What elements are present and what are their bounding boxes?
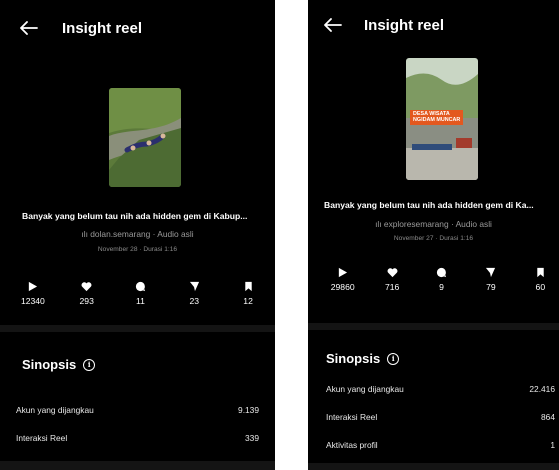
send-icon [189, 281, 199, 292]
bookmark-icon [244, 281, 252, 292]
insight-reel-screen-left: Insight reel Banyak yang belum tau nih a… [0, 0, 275, 470]
section-divider [0, 461, 275, 470]
reel-date-duration: November 28 · Durasi 1:16 [97, 246, 178, 253]
info-icon[interactable]: i [387, 352, 400, 365]
plays-count: 29860 [330, 282, 355, 292]
row-label: Interaksi Reel [326, 412, 378, 422]
stat-shares: 79 [466, 267, 515, 292]
section-title-text: Sinopsis [22, 357, 77, 372]
overlay-line2: NGIDAM MUNCAR [413, 117, 461, 124]
section-divider [308, 323, 559, 330]
reel-date-duration: November 27 · Durasi 1:16 [393, 235, 474, 242]
saves-count: 60 [535, 282, 546, 292]
section-title: Sinopsis i [326, 351, 400, 366]
account-audio-text: dolan.semarang · Audio asli [90, 229, 194, 239]
comment-icon [135, 281, 146, 292]
row-label: Interaksi Reel [16, 433, 68, 443]
row-label: Akun yang dijangkau [16, 405, 94, 415]
reel-thumbnail-image [109, 88, 181, 187]
plays-count: 12340 [20, 296, 45, 306]
row-label: Aktivitas profil [326, 440, 378, 450]
thumbnail-overlay-text: DESA WISATA NGIDAM MUNCAR [410, 110, 464, 125]
row-value: 339 [245, 433, 259, 443]
row-value: 22.416 [529, 384, 555, 394]
reel-thumbnail[interactable]: DESA WISATA NGIDAM MUNCAR [406, 58, 478, 180]
back-button[interactable] [18, 17, 40, 39]
section-divider [0, 325, 275, 332]
account-audio-text: exploresemarang · Audio asli [383, 219, 492, 229]
bookmark-icon [537, 267, 544, 278]
stat-saves: 12 [221, 281, 275, 306]
audio-wave-icon: ılı [375, 219, 384, 229]
likes-count: 716 [384, 282, 400, 292]
comments-count: 11 [136, 296, 145, 306]
header: Insight reel [0, 0, 275, 56]
page-title: Insight reel [62, 19, 143, 37]
row-value: 1 [550, 440, 555, 450]
audio-wave-icon: ılı [81, 229, 91, 239]
reel-stats: 12340 293 11 23 12 [6, 281, 275, 306]
stat-comments: 9 [417, 267, 466, 292]
shares-count: 79 [486, 282, 496, 292]
insight-reel-screen-right: Insight reel DESA WISATA NGIDAM MUNCAR B… [308, 0, 559, 470]
stat-shares: 23 [167, 281, 221, 306]
reel-thumbnail[interactable] [109, 88, 181, 187]
stat-plays: 29860 [318, 267, 367, 292]
likes-count: 293 [79, 296, 94, 306]
reel-caption: Banyak yang belum tau nih ada hidden gem… [324, 200, 534, 210]
stat-likes: 293 [60, 281, 114, 306]
heart-icon [387, 268, 398, 278]
header: Insight reel [308, 0, 559, 50]
comments-count: 9 [439, 282, 444, 292]
row-value: 864 [541, 412, 555, 422]
shares-count: 23 [189, 296, 200, 306]
stat-plays: 12340 [6, 281, 60, 306]
reel-account-audio[interactable]: ılı dolan.semarang · Audio asli [0, 229, 275, 239]
reel-account-audio[interactable]: ılı exploresemarang · Audio asli [308, 219, 559, 229]
page-title: Insight reel [364, 16, 445, 34]
stat-saves: 60 [516, 267, 559, 292]
back-button[interactable] [322, 14, 344, 36]
info-icon[interactable]: i [83, 358, 96, 371]
stat-likes: 716 [367, 267, 416, 292]
arrow-left-icon [324, 18, 342, 32]
heart-icon [81, 282, 92, 292]
saves-count: 12 [243, 296, 253, 306]
row-label: Akun yang dijangkau [326, 384, 404, 394]
stat-comments: 11 [114, 281, 168, 306]
play-icon [29, 281, 38, 292]
comment-icon [436, 267, 447, 278]
section-divider [308, 463, 559, 470]
reel-stats: 29860 716 9 79 60 [318, 267, 559, 292]
section-title-text: Sinopsis [326, 351, 381, 366]
play-icon [339, 267, 348, 278]
reel-caption: Banyak yang belum tau nih ada hidden gem… [22, 211, 248, 221]
section-title: Sinopsis i [22, 357, 96, 372]
row-value: 9.139 [238, 405, 259, 415]
send-icon [486, 267, 496, 278]
arrow-left-icon [20, 21, 38, 35]
